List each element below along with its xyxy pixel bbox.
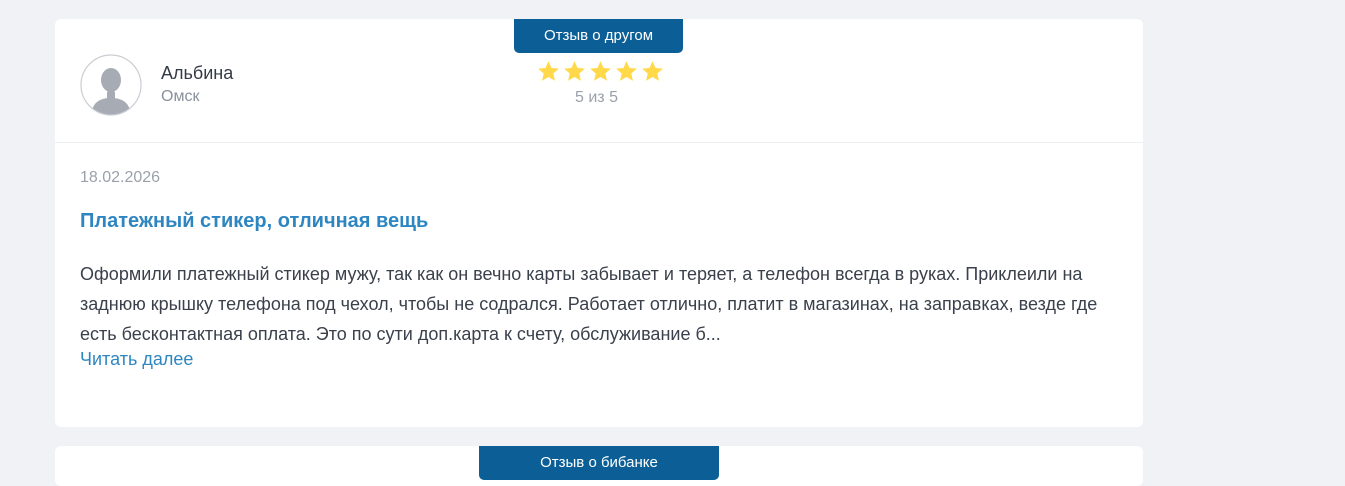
author-name: Альбина (161, 63, 234, 83)
review-date: 18.02.2026 (80, 169, 161, 186)
card-divider (55, 142, 1143, 143)
star-icon (590, 61, 611, 81)
star-icon (538, 61, 559, 81)
author-city: Омск (161, 88, 200, 105)
review-type-badge: Отзыв о другом (514, 19, 683, 53)
read-more-link[interactable]: Читать далее (80, 349, 193, 370)
review-card: Отзыв о другом Альбина Омск 5 из 5 18.02… (55, 19, 1143, 427)
review-text: Оформили платежный стикер мужу, так как … (80, 264, 1098, 344)
rating-stars (536, 59, 666, 85)
star-icon (564, 61, 585, 81)
rating-text: 5 из 5 (575, 89, 618, 106)
star-icon (642, 61, 663, 81)
review-card: Отзыв о бибанке (55, 446, 1143, 486)
user-avatar-icon (80, 54, 142, 116)
review-title: Платежный стикер, отличная вещь (80, 210, 429, 232)
star-icon (616, 61, 637, 81)
review-type-badge: Отзыв о бибанке (479, 446, 719, 480)
